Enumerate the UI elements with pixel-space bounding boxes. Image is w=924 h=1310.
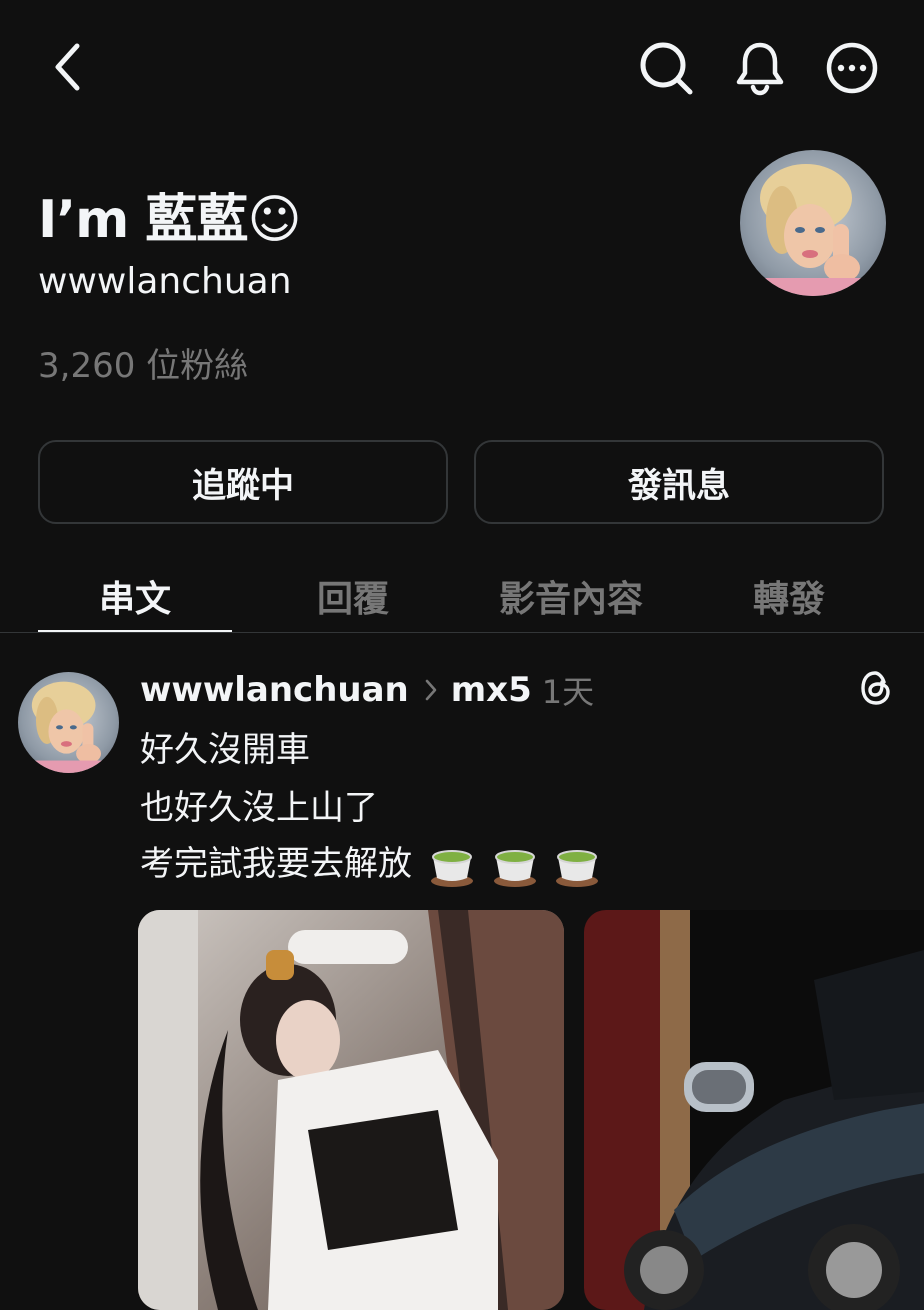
post-author-avatar[interactable] — [18, 672, 119, 773]
avatar-image — [18, 672, 119, 773]
back-button[interactable] — [38, 34, 98, 100]
post-topic-tag[interactable]: mx5 — [451, 670, 532, 710]
chevron-right-icon — [425, 679, 437, 701]
post-username[interactable]: wwwlanchuan — [140, 670, 409, 710]
tab-media[interactable]: 影音內容 — [474, 560, 668, 632]
more-options-button[interactable] — [822, 38, 882, 98]
search-icon — [640, 42, 693, 95]
tab-reposts[interactable]: 轉發 — [692, 560, 886, 632]
post-header: wwwlanchuan mx5 1天 — [140, 666, 594, 714]
followers-count[interactable]: 3,260 位粉絲 — [38, 342, 248, 390]
search-button[interactable] — [636, 38, 696, 98]
post-text-line-with-emoji: 考完試我要去解放 — [140, 840, 600, 888]
notifications-button[interactable] — [730, 38, 790, 98]
tea-cup-icon — [556, 849, 599, 887]
tab-reposts-label: 轉發 — [752, 579, 825, 620]
threads-logo-icon — [861, 671, 890, 705]
message-button[interactable]: 發訊息 — [474, 440, 884, 524]
post-text-line: 也好久沒上山了 — [140, 788, 378, 828]
chevron-left-icon — [55, 43, 80, 91]
photo-woman-in-car — [138, 910, 564, 1310]
post-text-line: 好久沒開車 — [140, 730, 310, 770]
post-text-line: 考完試我要去解放 — [140, 844, 412, 884]
tab-threads[interactable]: 串文 — [38, 560, 232, 632]
tabs-divider — [0, 632, 924, 633]
message-button-label: 發訊息 — [628, 465, 730, 506]
avatar-image — [740, 150, 886, 296]
post-photo-2[interactable] — [584, 910, 924, 1310]
post-timestamp: 1天 — [541, 673, 595, 711]
tab-replies[interactable]: 回覆 — [256, 560, 450, 632]
following-button[interactable]: 追蹤中 — [38, 440, 448, 524]
profile-name: I’m 藍藍☺︎ — [38, 190, 302, 250]
tab-threads-label: 串文 — [98, 579, 171, 620]
tea-cup-icon — [493, 849, 536, 887]
tab-replies-label: 回覆 — [316, 579, 389, 620]
tea-cup-icon — [430, 849, 473, 887]
more-horizontal-icon — [826, 42, 878, 94]
profile-avatar[interactable] — [740, 150, 886, 296]
bell-icon — [736, 42, 784, 96]
tab-media-label: 影音內容 — [498, 579, 643, 620]
following-button-label: 追蹤中 — [192, 465, 294, 506]
post-photo-1[interactable] — [138, 910, 564, 1310]
photo-black-convertible — [584, 910, 924, 1310]
profile-handle[interactable]: wwwlanchuan — [38, 258, 292, 306]
threads-logo-button[interactable] — [856, 668, 896, 708]
